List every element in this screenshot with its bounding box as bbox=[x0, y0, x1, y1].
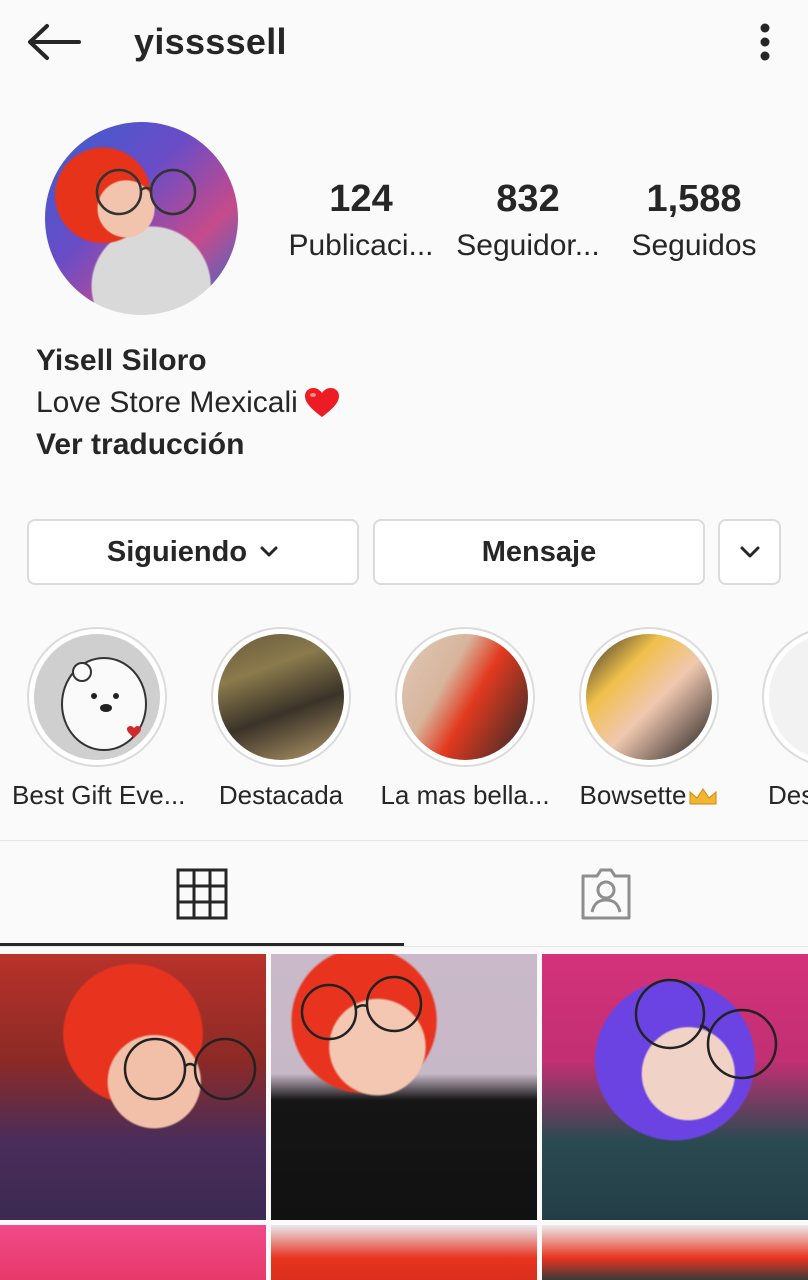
posts-count-label: Publicaci... bbox=[288, 229, 434, 262]
highlight-item[interactable]: Des bbox=[748, 627, 808, 811]
tab-tagged[interactable] bbox=[404, 842, 808, 946]
profile-bio: Yisell Siloro Love Store Mexicali Ver tr… bbox=[36, 340, 340, 466]
highlight-ring bbox=[211, 627, 351, 767]
post-thumbnail[interactable] bbox=[0, 954, 266, 1220]
post-thumbnail[interactable] bbox=[271, 954, 537, 1220]
post-thumbnail[interactable] bbox=[271, 1225, 537, 1280]
post-photo bbox=[300, 975, 423, 1041]
tagged-user-icon bbox=[581, 868, 631, 920]
profile-full-name: Yisell Siloro bbox=[36, 344, 207, 377]
following-button[interactable]: Siguiendo bbox=[27, 519, 359, 585]
highlight-ring bbox=[579, 627, 719, 767]
highlight-ring bbox=[395, 627, 535, 767]
highlight-label: Des bbox=[768, 780, 808, 810]
followers-count-label: Seguidor... bbox=[456, 229, 600, 262]
chevron-down-icon bbox=[740, 546, 759, 558]
arrow-left-icon bbox=[28, 24, 81, 60]
profile-avatar[interactable] bbox=[45, 122, 238, 315]
message-button-label: Mensaje bbox=[481, 535, 597, 568]
chevron-down-icon bbox=[260, 546, 278, 557]
more-vertical-icon bbox=[760, 23, 770, 61]
back-button[interactable] bbox=[22, 18, 84, 66]
highlight-cover-selfie bbox=[402, 634, 528, 760]
highlight-label: La mas bella... bbox=[380, 780, 550, 810]
crown-icon bbox=[689, 788, 717, 805]
post-thumbnail[interactable] bbox=[542, 954, 808, 1220]
highlight-label: Bowsette bbox=[564, 779, 734, 811]
following-count-value: 1,588 bbox=[646, 178, 742, 220]
highlight-label: Destacada bbox=[218, 780, 344, 810]
bio-line: Love Store Mexicali bbox=[36, 382, 340, 424]
post-thumbnail[interactable] bbox=[0, 1225, 266, 1280]
heart-icon bbox=[304, 388, 339, 417]
following-count-label: Seguidos bbox=[631, 229, 757, 262]
highlight-cover-bear bbox=[34, 634, 160, 760]
following-button-label: Siguiendo bbox=[106, 535, 248, 568]
highlight-cover-dog bbox=[218, 634, 344, 760]
post-photo bbox=[634, 978, 778, 1080]
highlight-label-text: Bowsette bbox=[579, 780, 687, 810]
highlight-ring bbox=[762, 627, 808, 767]
posts-count[interactable]: 124 Publicaci... bbox=[286, 174, 436, 268]
top-bar: yissssell bbox=[0, 0, 808, 88]
highlight-ring bbox=[27, 627, 167, 767]
more-options-button[interactable] bbox=[740, 16, 790, 68]
highlight-label: Best Gift Eve... bbox=[12, 780, 186, 810]
highlight-item[interactable]: Bowsette bbox=[564, 627, 734, 811]
post-thumbnail[interactable] bbox=[542, 1225, 808, 1280]
highlight-item[interactable]: Best Gift Eve... bbox=[12, 627, 186, 811]
followers-count-value: 832 bbox=[496, 178, 560, 220]
avatar-photo bbox=[95, 168, 197, 216]
highlight-cover bbox=[769, 634, 808, 760]
divider bbox=[0, 840, 808, 841]
see-translation-link[interactable]: Ver traducción bbox=[36, 424, 340, 466]
posts-count-value: 124 bbox=[329, 178, 393, 220]
message-button[interactable]: Mensaje bbox=[373, 519, 705, 585]
bio-text: Love Store Mexicali bbox=[36, 386, 298, 419]
tab-divider bbox=[0, 946, 808, 947]
followers-count[interactable]: 832 Seguidor... bbox=[455, 174, 601, 268]
highlight-item[interactable]: La mas bella... bbox=[380, 627, 550, 811]
grid-icon bbox=[176, 868, 228, 920]
post-photo bbox=[123, 1037, 257, 1101]
tab-posts-grid[interactable] bbox=[0, 842, 404, 946]
following-count[interactable]: 1,588 Seguidos bbox=[624, 174, 764, 268]
suggested-accounts-button[interactable] bbox=[718, 519, 781, 585]
profile-username: yissssell bbox=[134, 21, 287, 62]
highlight-item[interactable]: Destacada bbox=[196, 627, 366, 811]
highlight-cover-bowsette bbox=[586, 634, 712, 760]
